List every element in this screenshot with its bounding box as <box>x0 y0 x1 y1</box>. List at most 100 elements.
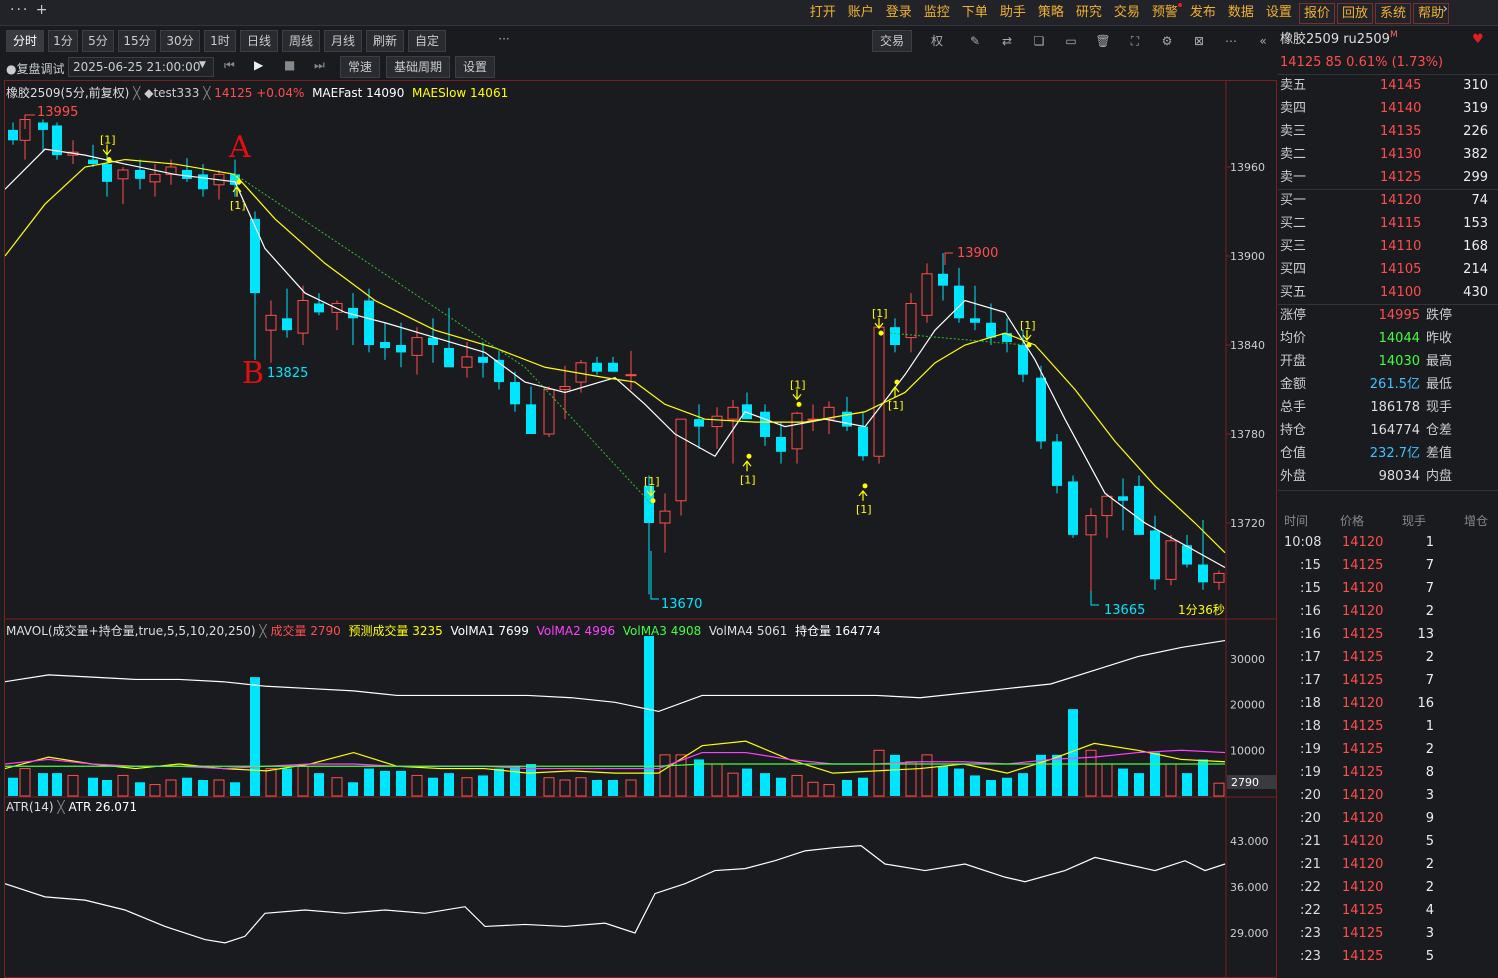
menu-box-item-2[interactable]: 系统 <box>1374 3 1411 24</box>
menu-item-9[interactable]: 预警 <box>1146 3 1184 24</box>
layers-icon[interactable]: ❏ <box>1030 32 1048 50</box>
annotation-b: B <box>242 356 264 391</box>
menu-item-7[interactable]: 研究 <box>1070 3 1108 24</box>
tick-time: 10:08 <box>1284 535 1322 550</box>
menu-box-item-1[interactable]: 回放 <box>1336 3 1373 24</box>
replay-settings-button[interactable]: 设置 <box>455 56 495 78</box>
trash-icon[interactable]: 🗑 <box>1094 32 1112 50</box>
vol-bar-70 <box>1150 752 1160 796</box>
vol-yc: 预测成交量 3235 <box>348 624 443 638</box>
menu-item-11[interactable]: 数据 <box>1222 3 1260 24</box>
more2-icon[interactable]: ⋯ <box>1222 32 1240 50</box>
symbol-title: 橡胶2509(5分,前复权) <box>6 86 130 100</box>
heart-icon[interactable]: ♥ <box>1472 28 1484 51</box>
vol-tick-label-0: 30000 <box>1230 653 1265 666</box>
tick-price: 14120 <box>1342 696 1384 711</box>
ask-row-4[interactable]: 卖一 14125 299 <box>1278 166 1498 189</box>
vol-bar-47 <box>776 777 786 796</box>
period-button-3[interactable]: 15分 <box>118 30 156 52</box>
ask-vol: 319 <box>1463 101 1488 116</box>
candle-65 <box>1068 475 1078 538</box>
quan-icon[interactable]: 权 <box>928 32 946 50</box>
menu-item-12[interactable]: 设置 <box>1260 3 1298 24</box>
menu-item-10[interactable]: 发布 <box>1184 3 1222 24</box>
replay-datetime-select[interactable]: 2025-06-25 21:00:00 ▼ <box>68 57 214 77</box>
tick-qty: 5 <box>1425 949 1434 964</box>
vol-bar-29 <box>478 775 488 796</box>
annotation-a: A <box>228 130 251 165</box>
period-button-8[interactable]: 月线 <box>324 30 362 52</box>
step-back-icon[interactable]: ⏮ <box>224 58 235 73</box>
bid-label: 买三 <box>1280 239 1307 254</box>
chart-area[interactable]: 13960 13900 13840 13780 13720 [1] [1] [1] [1] [1]… <box>4 80 1277 978</box>
trade-button[interactable]: 交易 <box>872 30 912 52</box>
period-button-0[interactable]: 分时 <box>6 30 44 52</box>
menu-item-6[interactable]: 策略 <box>1032 3 1070 24</box>
vol-bar-18 <box>297 765 309 797</box>
bid-row-3[interactable]: 买四 14105 214 <box>1278 258 1498 281</box>
gear-icon[interactable]: ⚙ <box>1158 32 1176 50</box>
fullscreen-icon[interactable]: ⛶ <box>1126 32 1144 50</box>
vol-ma2: VolMA2 4996 <box>536 624 616 638</box>
menu-item-5[interactable]: 助手 <box>994 3 1032 24</box>
sliders-icon[interactable]: ⇄ <box>998 32 1016 50</box>
base-period-button[interactable]: 基础周期 <box>386 56 450 78</box>
menu-item-4[interactable]: 下单 <box>956 3 994 24</box>
menu-item-2[interactable]: 登录 <box>880 3 918 24</box>
ask-row-0[interactable]: 卖五 14145 310 <box>1278 74 1498 97</box>
candle-44 <box>727 399 739 464</box>
period-button-9[interactable]: 刷新 <box>366 30 404 52</box>
more-icon[interactable]: ··· <box>494 30 514 48</box>
period-button-6[interactable]: 日线 <box>240 30 278 52</box>
step-forward-icon[interactable]: ⏭ <box>314 58 325 73</box>
period-button-5[interactable]: 1时 <box>204 30 236 52</box>
bid-vol: 74 <box>1471 193 1488 208</box>
ask-row-2[interactable]: 卖三 14135 226 <box>1278 120 1498 143</box>
stop-icon[interactable]: ■ <box>284 58 295 72</box>
period-button-4[interactable]: 30分 <box>160 30 200 52</box>
ask-row-3[interactable]: 卖二 14130 382 <box>1278 143 1498 166</box>
period-button-2[interactable]: 5分 <box>82 30 114 52</box>
tick-time: :21 <box>1300 834 1321 849</box>
menu-item-3[interactable]: 监控 <box>918 3 956 24</box>
window-controls[interactable]: ··· + <box>10 2 50 18</box>
period-button-7[interactable]: 周线 <box>282 30 320 52</box>
bid-row-2[interactable]: 买三 14110 168 <box>1278 235 1498 258</box>
menu-item-1[interactable]: 账户 <box>842 3 880 24</box>
window-icon[interactable]: ▭ <box>1062 32 1080 50</box>
tick-time: :20 <box>1300 788 1321 803</box>
tick-time: :18 <box>1300 696 1321 711</box>
vol-bar-21 <box>348 782 358 796</box>
chevron-right-icon[interactable]: › <box>1442 1 1448 17</box>
tick-time: :23 <box>1300 926 1321 941</box>
price-tick-label-1: 13900 <box>1230 250 1265 263</box>
ticks-header-col-1: 价格 <box>1340 514 1365 528</box>
candle-38 <box>625 350 637 390</box>
period-button-10[interactable]: 自定 <box>408 30 446 52</box>
stat-label-2: 现手 <box>1426 400 1453 415</box>
candle-29 <box>478 342 488 378</box>
tick-row-16: :22 14125 4 <box>1278 899 1498 922</box>
stat-value: 14044 <box>1378 331 1420 346</box>
vol-bar-7 <box>117 774 129 797</box>
stat-label-2: 差值 <box>1426 446 1453 461</box>
tick-price: 14125 <box>1342 719 1384 734</box>
menu-item-0[interactable]: 打开 <box>804 3 842 24</box>
chart-canvas[interactable]: 13960 13900 13840 13780 13720 [1] [1] [1] [1] [1]… <box>5 81 1277 978</box>
vol-bar-0 <box>8 777 18 796</box>
menu-box-item-0[interactable]: 报价 <box>1298 3 1335 24</box>
menu-item-8[interactable]: 交易 <box>1108 3 1146 24</box>
period-button-1[interactable]: 1分 <box>48 30 78 52</box>
tick-row-17: :23 14125 3 <box>1278 922 1498 945</box>
bid-row-4[interactable]: 买五 14100 430 <box>1278 281 1498 304</box>
bid-row-1[interactable]: 买二 14115 153 <box>1278 212 1498 235</box>
ask-price: 14135 <box>1380 124 1422 139</box>
tick-qty: 4 <box>1425 903 1434 918</box>
collapse-icon[interactable]: « <box>1254 32 1272 50</box>
close-box-icon[interactable]: ⊠ <box>1190 32 1208 50</box>
play-icon[interactable]: ▶ <box>254 58 263 72</box>
ask-row-1[interactable]: 卖四 14140 319 <box>1278 97 1498 120</box>
speed-button[interactable]: 常速 <box>340 56 380 78</box>
pen-icon[interactable]: ✎ <box>966 32 984 50</box>
bid-row-0[interactable]: 买一 14120 74 <box>1278 189 1498 212</box>
